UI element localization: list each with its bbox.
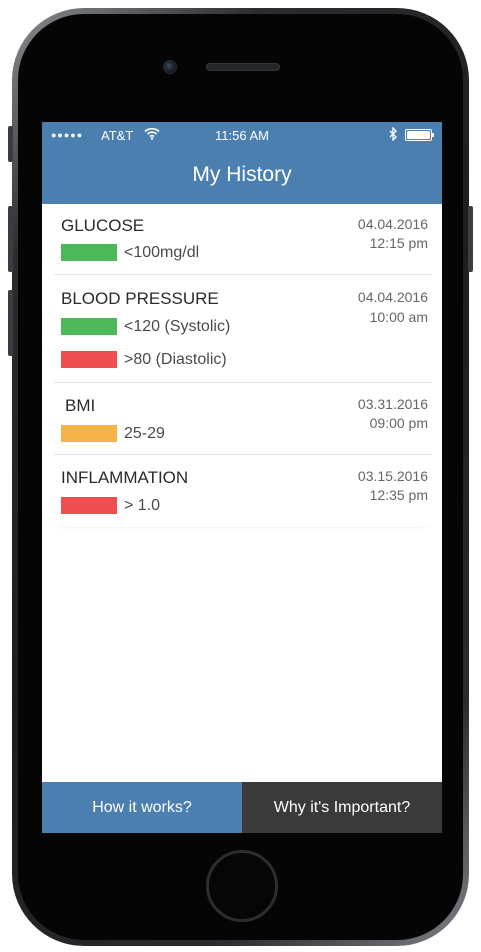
card-title: GLUCOSE [61,216,145,235]
card-title: INFLAMMATION [61,468,189,487]
navigation-bar: My History [42,148,442,204]
bluetooth-icon [389,126,398,144]
card-date: 04.04.2016 [357,216,428,232]
status-color-bar [61,244,117,261]
reading-label: 25-29 [124,425,165,442]
card-time: 12:15 pm [369,235,428,251]
card-title: BMI [65,396,96,415]
earpiece-speaker [206,63,280,71]
power-button [468,206,473,272]
status-color-bar [61,497,117,514]
card-date: 03.15.2016 [357,468,428,484]
status-color-bar [61,425,117,442]
status-bar: ●●●●● AT&T 11:56 AM [42,122,442,148]
reading-label: <120 (Systolic) [124,318,231,335]
page-title: My History [192,163,292,186]
status-color-bar [61,318,117,335]
volume-down-button [8,290,13,356]
reading-label: >80 (Diastolic) [124,351,227,368]
reading-label: <100mg/dl [124,244,200,261]
card-date: 03.31.2016 [357,396,428,412]
history-list: GLUCOSE 04.04.2016 12:15 pm <100mg/dl BL… [42,204,442,527]
history-card-glucose[interactable]: GLUCOSE 04.04.2016 12:15 pm <100mg/dl [54,204,432,275]
why-important-button[interactable]: Why it's Important? [242,782,442,833]
reading-label: > 1.0 [124,497,161,514]
bottom-tab-bar: How it works? Why it's Important? [42,782,442,833]
card-title: BLOOD PRESSURE [61,289,219,308]
card-time: 12:35 pm [369,487,428,503]
how-it-works-button[interactable]: How it works? [42,782,242,833]
history-card-bmi[interactable]: BMI 03.31.2016 09:00 pm 25-29 [54,383,432,455]
clock: 11:56 AM [215,128,269,143]
history-card-inflammation[interactable]: INFLAMMATION 03.15.2016 12:35 pm > 1.0 [54,455,432,527]
app-screen: ●●●●● AT&T 11:56 AM My History GLUCOSE 0… [42,122,442,833]
front-camera [163,60,177,74]
history-card-blood-pressure[interactable]: BLOOD PRESSURE 04.04.2016 10:00 am <120 … [54,275,432,383]
card-date: 04.04.2016 [357,289,428,305]
mute-switch [8,126,13,162]
status-color-bar [61,351,117,368]
home-button[interactable] [206,850,278,922]
card-time: 10:00 am [369,309,428,325]
volume-up-button [8,206,13,272]
card-time: 09:00 pm [369,415,428,431]
battery-icon [405,129,435,141]
